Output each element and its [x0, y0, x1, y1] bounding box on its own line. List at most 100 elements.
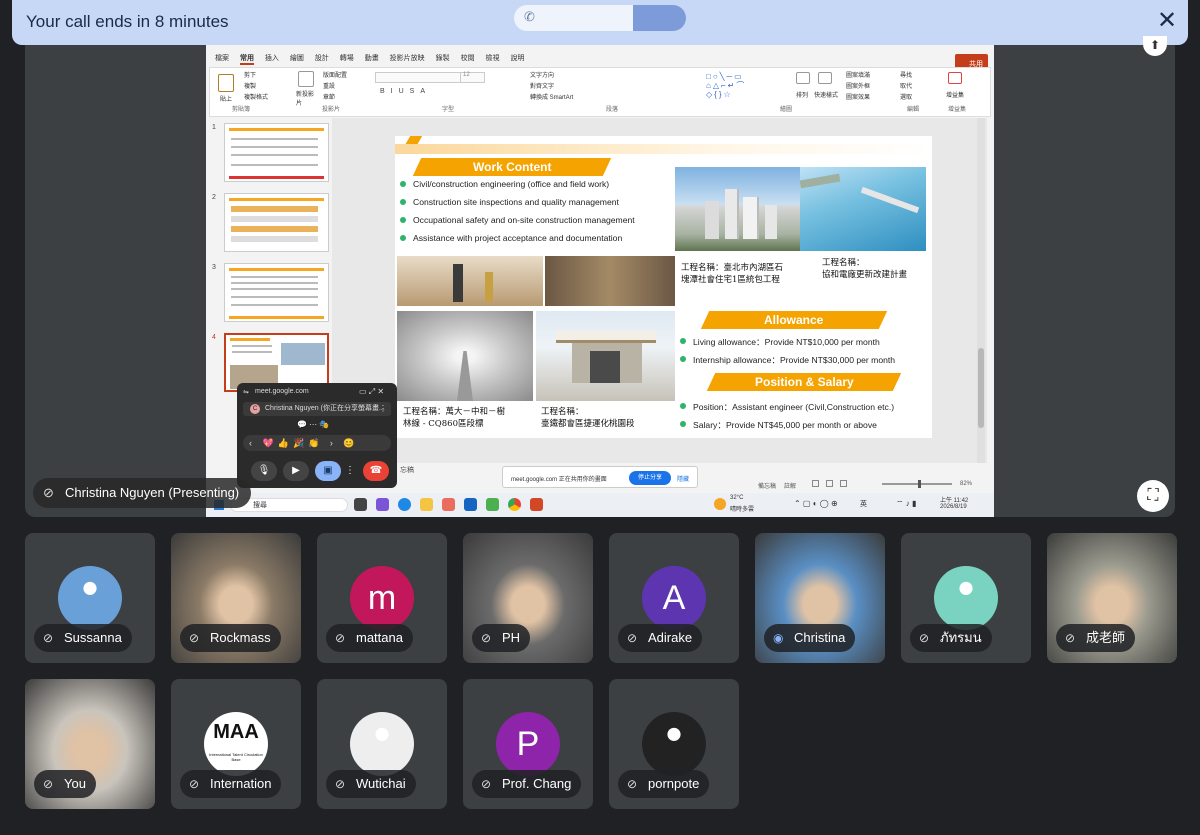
- view-buttons[interactable]: [812, 480, 854, 488]
- meet-mini-panel: ⇋ meet.google.com ▭ ⤢ ✕ Christina Nguyen…: [237, 383, 397, 488]
- select-button[interactable]: 選取: [900, 92, 912, 101]
- outlook-icon[interactable]: [464, 498, 477, 511]
- mic-off-icon: ⊘: [481, 631, 492, 645]
- copilot-icon[interactable]: [376, 498, 389, 511]
- tab-transitions[interactable]: 轉場: [340, 53, 354, 63]
- tab-review[interactable]: 校閱: [461, 53, 475, 63]
- participant-tile[interactable]: ⊘ You: [25, 679, 155, 809]
- hang-up-icon[interactable]: ☎: [363, 461, 389, 481]
- shape-fill-button[interactable]: 圖案填滿: [846, 70, 870, 79]
- shape-effects-button[interactable]: 圖案效果: [846, 92, 870, 101]
- slide-scrollbar[interactable]: [977, 118, 985, 463]
- reaction: 😊: [343, 438, 359, 448]
- cut-button[interactable]: 剪下: [244, 70, 256, 79]
- store-icon[interactable]: [442, 498, 455, 511]
- shape-outline-button[interactable]: 圖案外框: [846, 81, 870, 90]
- participant-tile[interactable]: P ⊘ Prof. Chang: [463, 679, 593, 809]
- tray-icons[interactable]: ⌃ ▢ ◐ ◯ ⊕: [794, 499, 838, 508]
- reset-button[interactable]: 重設: [323, 81, 335, 90]
- participant-tile[interactable]: m ⊘ mattana: [317, 533, 447, 663]
- slide-thumbnail[interactable]: [224, 123, 329, 182]
- tab-home[interactable]: 常用: [239, 53, 254, 65]
- quick-styles-icon[interactable]: [818, 72, 832, 84]
- participant-tile[interactable]: A ⊘ Adirake: [609, 533, 739, 663]
- mic-off-icon[interactable]: 🎙: [251, 461, 277, 481]
- font-size-field[interactable]: 12: [460, 72, 482, 83]
- participant-tile[interactable]: ⊘ Wutichai: [317, 679, 447, 809]
- slide-thumbnail[interactable]: [224, 193, 329, 252]
- clock-time[interactable]: 上午 11:42: [940, 495, 968, 504]
- participant-name-chip: ⊘ pornpote: [618, 770, 710, 798]
- format-painter-button[interactable]: 複製格式: [244, 92, 268, 101]
- participant-tile[interactable]: ⊘ ภัทรมน: [901, 533, 1031, 663]
- notes-button[interactable]: 備忘稿: [758, 481, 776, 490]
- mic-off-icon: ⊘: [1065, 631, 1076, 645]
- clock-date[interactable]: 2026/8/19: [940, 504, 967, 510]
- participant-tile[interactable]: ◉ Christina: [755, 533, 885, 663]
- participant-name-chip: ⊘ Rockmass: [180, 624, 281, 652]
- app-icon[interactable]: [486, 498, 499, 511]
- reaction: 👏: [308, 438, 324, 448]
- participant-tile[interactable]: ⊘ Sussanna: [25, 533, 155, 663]
- zoom-level[interactable]: 82%: [960, 481, 972, 487]
- addin-icon[interactable]: [948, 72, 962, 84]
- more-options-icon[interactable]: ⋮: [379, 404, 387, 413]
- tab-record[interactable]: 錄製: [436, 53, 450, 63]
- camera-off-icon[interactable]: ▶: [283, 461, 309, 481]
- comments-button[interactable]: 註解: [784, 481, 796, 490]
- smartart-button[interactable]: 轉換成 SmartArt: [530, 92, 573, 101]
- participant-tile[interactable]: ⊘ Rockmass: [171, 533, 301, 663]
- present-screen-icon[interactable]: ▣: [315, 461, 341, 481]
- find-button[interactable]: 尋找: [900, 70, 912, 79]
- stop-sharing-button[interactable]: 停止分享: [629, 471, 671, 485]
- notes-placeholder[interactable]: 忘稿: [400, 465, 414, 475]
- tab-animations[interactable]: 動畫: [365, 53, 379, 63]
- mini-panel-controls[interactable]: ▭ ⤢ ✕: [359, 387, 384, 397]
- file-explorer-icon[interactable]: [420, 498, 433, 511]
- new-slide-icon[interactable]: [298, 71, 314, 87]
- mic-off-icon: ⊘: [43, 485, 54, 500]
- copy-button[interactable]: 複製: [244, 81, 256, 90]
- tab-draw[interactable]: 繪圖: [290, 53, 304, 63]
- arrange-icon[interactable]: [796, 72, 810, 84]
- hide-notice-button[interactable]: 隱藏: [677, 474, 689, 483]
- mini-panel-tab[interactable]: Christina Nguyen (你正在分享螢幕畫...: [243, 402, 391, 416]
- fullscreen-icon[interactable]: ⛶: [1137, 480, 1169, 512]
- ime-indicator[interactable]: 英: [860, 499, 867, 509]
- participant-tile[interactable]: ⊘ 成老師: [1047, 533, 1177, 663]
- taskview-icon[interactable]: [354, 498, 367, 511]
- layout-button[interactable]: 版面配置: [323, 70, 347, 79]
- paste-icon[interactable]: [218, 74, 234, 92]
- slide-thumbnail[interactable]: [224, 263, 329, 322]
- edge-icon[interactable]: [398, 498, 411, 511]
- meet-mini-grip-icon[interactable]: ⇋: [243, 388, 249, 396]
- reaction-bar[interactable]: ‹ 💖👍🎉👏 › 😊: [243, 435, 391, 451]
- section-button[interactable]: 章節: [323, 92, 335, 101]
- align-text-button[interactable]: 對齊文字: [530, 81, 554, 90]
- tab-view[interactable]: 檢視: [486, 53, 500, 63]
- tab-slideshow[interactable]: 投影片放映: [390, 53, 425, 63]
- participant-tile[interactable]: ⊘ PH: [463, 533, 593, 663]
- weather-icon: [714, 498, 726, 510]
- tab-file[interactable]: 檔案: [215, 53, 229, 63]
- font-style-buttons[interactable]: BIUSA: [380, 88, 431, 95]
- chrome-icon[interactable]: [508, 498, 521, 511]
- shapes-gallery[interactable]: □○╲─▭ ⌂△⌐↵⌒ ◇{}☆: [706, 72, 776, 100]
- ribbon-tabs: 檔案 常用 插入 繪圖 設計 轉場 動畫 投影片放映 錄製 校閱 檢視 說明 共…: [206, 50, 994, 71]
- participant-tile[interactable]: ⊘ pornpote: [609, 679, 739, 809]
- tab-design[interactable]: 設計: [315, 53, 329, 63]
- close-icon[interactable]: ✕: [1154, 8, 1180, 34]
- zoom-slider[interactable]: [882, 480, 952, 488]
- participant-photo: [58, 566, 122, 630]
- more-icon[interactable]: ⋮: [344, 461, 356, 481]
- tab-help[interactable]: 說明: [510, 53, 524, 63]
- tab-insert[interactable]: 插入: [265, 53, 279, 63]
- participant-tile[interactable]: MAA International Talent Circulation Base…: [171, 679, 301, 809]
- network-volume-battery-icon[interactable]: ⌔ ♪ ▮: [896, 499, 916, 509]
- participant-name-chip: ⊘ 成老師: [1056, 624, 1136, 652]
- text-direction-button[interactable]: 文字方向: [530, 70, 554, 79]
- harbor-project-photo: [800, 167, 926, 251]
- replace-button[interactable]: 取代: [900, 81, 912, 90]
- powerpoint-icon[interactable]: [530, 498, 543, 511]
- gallery-photo: [545, 256, 675, 306]
